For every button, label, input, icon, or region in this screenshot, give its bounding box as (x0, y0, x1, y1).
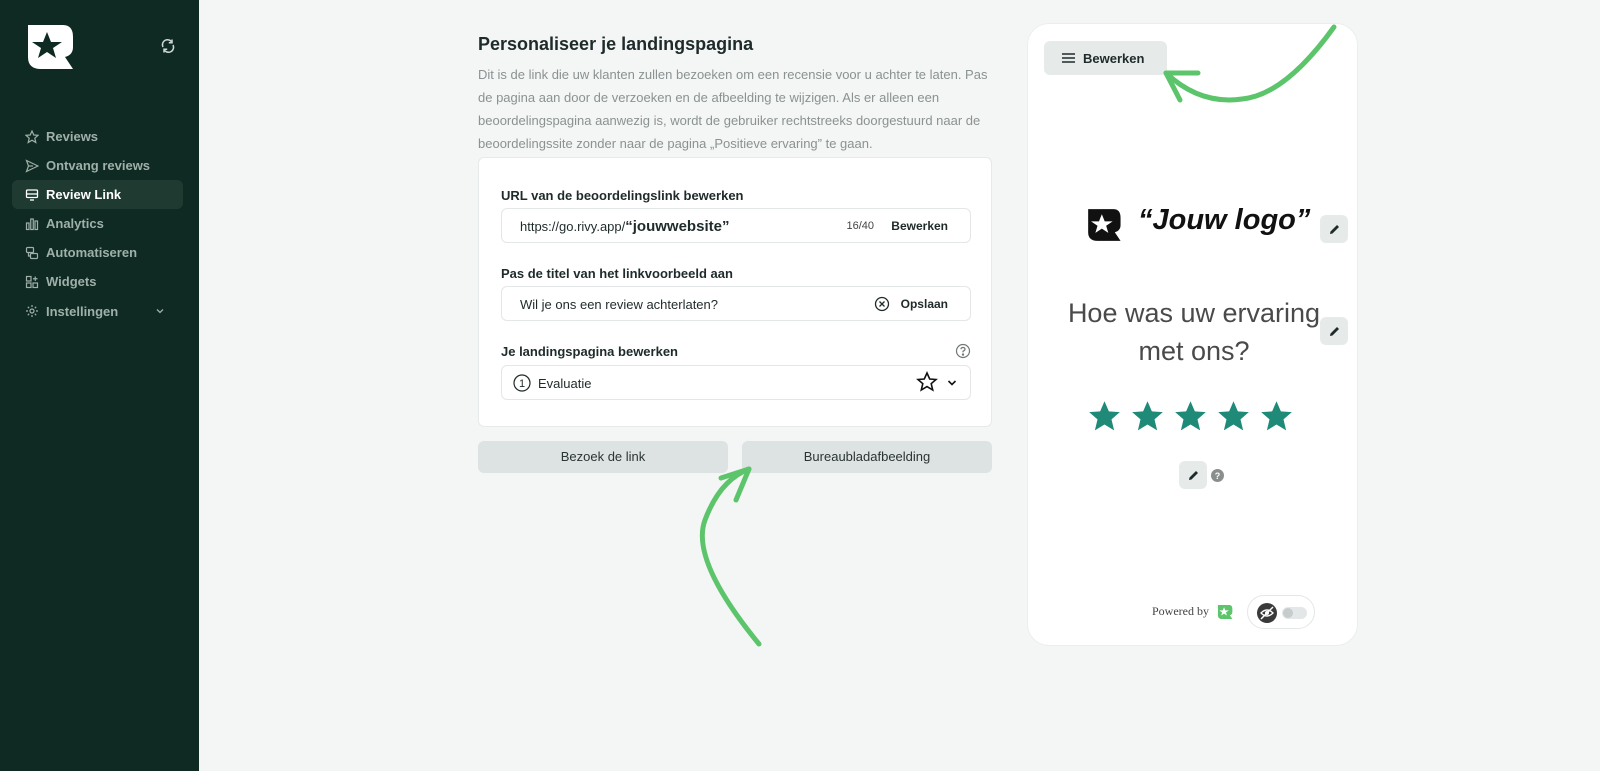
chevron-down-icon[interactable] (946, 377, 958, 389)
sidebar-item-label: Review Link (46, 187, 122, 203)
send-icon (25, 158, 39, 173)
arrow-head (718, 466, 752, 503)
sidebar-item-analytics[interactable]: Analytics (12, 209, 183, 238)
logo-placeholder-text: “Jouw logo” (1138, 204, 1311, 236)
step-number-icon: 1 (513, 374, 531, 392)
sidebar-item-automatiseren[interactable]: Automatiseren (12, 238, 183, 267)
link-title-value: Wil je ons een review achterlaten? (520, 297, 718, 312)
star-filled-icon[interactable] (1173, 399, 1208, 434)
page-title: Personaliseer je landingspagina (478, 34, 754, 54)
settings-card: URL van de beoordelingslink bewerken htt… (478, 157, 992, 427)
url-value: https://go.rivy.app/“jouwwebsite” (520, 218, 729, 235)
eye-off-icon (1257, 603, 1277, 623)
url-field-label: URL van de beoordelingslink bewerken (501, 188, 744, 203)
rivy-logo-small (1217, 604, 1233, 620)
url-field[interactable]: https://go.rivy.app/“jouwwebsite” 16/40 … (501, 208, 971, 243)
sidebar-item-label: Ontvang reviews (46, 158, 151, 174)
char-counter: 16/40 (846, 220, 874, 232)
title-field-label: Pas de titel van het linkvoorbeeld aan (501, 266, 733, 281)
preview-edit-button[interactable]: Bewerken (1044, 41, 1167, 75)
sidebar-item-reviews[interactable]: Reviews (12, 122, 183, 151)
preview-edit-label: Bewerken (1083, 50, 1145, 66)
sidebar-item-review-link[interactable]: Review Link (12, 180, 183, 210)
wallpaper-button[interactable]: Bureaubladafbeelding (742, 441, 992, 473)
svg-text:?: ? (1215, 471, 1221, 481)
branding-toggle[interactable] (1247, 595, 1315, 629)
sync-icon[interactable] (160, 38, 176, 54)
clear-icon[interactable] (874, 296, 890, 312)
star-outline-icon (916, 371, 938, 392)
bar-chart-icon (25, 218, 39, 230)
monitor-icon (25, 189, 39, 201)
main-header: Personaliseer je landingspagina Dit is d… (478, 30, 992, 155)
sidebar-item-ontvang-reviews[interactable]: Ontvang reviews (12, 151, 183, 180)
sidebar: Reviews Ontvang reviews Review Link Anal… (0, 0, 199, 771)
widgets-icon (25, 275, 39, 289)
gear-icon (26, 305, 38, 318)
star-filled-icon[interactable] (1216, 399, 1251, 434)
sidebar-item-label: Automatiseren (46, 245, 138, 261)
landing-page-select[interactable]: 1 Evaluatie (501, 365, 971, 400)
chevron-down-icon[interactable] (155, 306, 165, 316)
menu-icon (1062, 53, 1075, 63)
star-filled-icon[interactable] (1087, 399, 1122, 434)
url-slug: “jouwwebsite” (625, 218, 730, 235)
edit-url-button[interactable]: Bewerken (891, 219, 948, 233)
rivy-logo[interactable] (25, 22, 75, 72)
pencil-icon (1188, 470, 1198, 480)
sidebar-item-instellingen[interactable]: Instellingen (12, 297, 183, 326)
help-icon[interactable] (955, 343, 971, 359)
sidebar-item-label: Widgets (46, 274, 97, 290)
sidebar-item-label: Reviews (46, 129, 99, 144)
automation-icon (25, 246, 39, 259)
svg-text:1: 1 (519, 378, 525, 390)
toggle-switch[interactable] (1282, 607, 1307, 619)
edit-logo-button[interactable] (1320, 215, 1348, 243)
link-title-input[interactable]: Wil je ons een review achterlaten? Opsla… (501, 286, 971, 321)
arrow-to-wallpaper-button (699, 466, 762, 647)
sidebar-item-label: Instellingen (46, 303, 119, 319)
edit-stars-button[interactable] (1179, 461, 1207, 489)
sidebar-item-widgets[interactable]: Widgets (12, 267, 183, 296)
star-filled-icon[interactable] (1259, 399, 1294, 434)
pencil-icon (1329, 326, 1339, 336)
preview-question: Hoe was uw ervaring met ons? (1067, 298, 1321, 366)
powered-by-text: Powered by (1152, 604, 1209, 618)
toggle-knob (1283, 608, 1293, 618)
edit-question-button[interactable] (1320, 317, 1348, 345)
landing-preview: Bewerken “Jouw logo” Hoe was uw ervaring… (1027, 23, 1358, 646)
rating-stars (1087, 399, 1294, 434)
sidebar-nav: Reviews Ontvang reviews Review Link Anal… (12, 122, 183, 326)
rivy-logo (1088, 209, 1121, 241)
page-description: Dit is de link die uw klanten zullen bez… (478, 67, 988, 151)
landing-page-value: Evaluatie (538, 376, 592, 391)
url-prefix: https://go.rivy.app/ (520, 219, 626, 234)
star-filled-icon[interactable] (1130, 399, 1165, 434)
help-icon[interactable]: ? (1211, 469, 1224, 482)
save-title-button[interactable]: Opslaan (901, 297, 948, 311)
pencil-icon (1329, 224, 1339, 234)
landing-field-label: Je landingspagina bewerken (501, 344, 678, 359)
visit-link-button[interactable]: Bezoek de link (478, 441, 728, 473)
star-icon (25, 129, 39, 144)
sidebar-item-label: Analytics (46, 216, 104, 232)
